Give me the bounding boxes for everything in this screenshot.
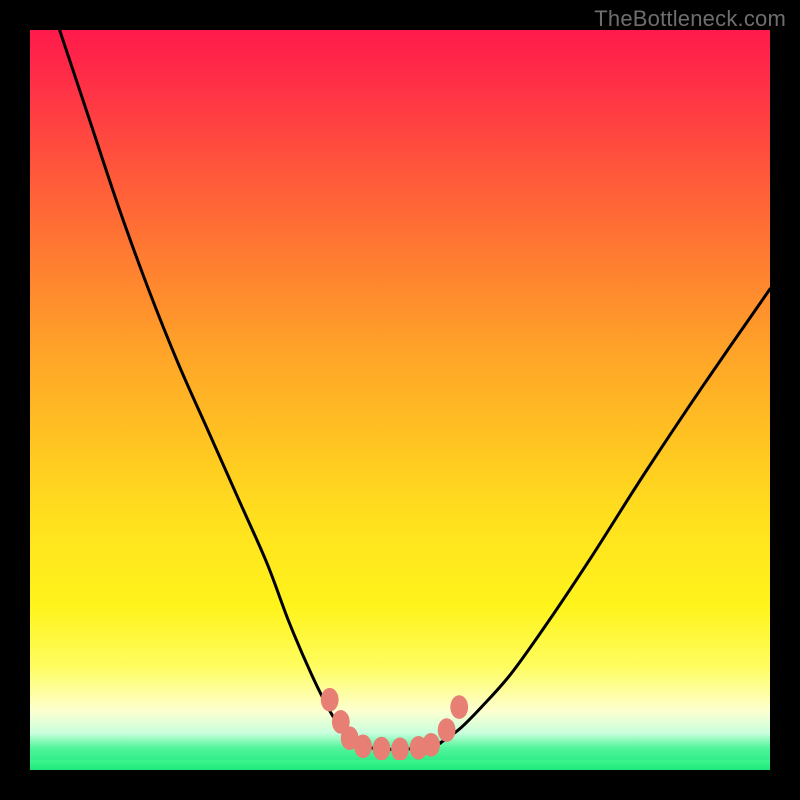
watermark-text: TheBottleneck.com: [594, 6, 786, 32]
bottom-green-band: [30, 760, 770, 770]
valley-marker: [422, 733, 440, 757]
chart-frame: TheBottleneck.com: [0, 0, 800, 800]
valley-marker: [391, 737, 409, 761]
valley-marker: [354, 734, 372, 758]
valley-marker: [450, 695, 468, 719]
bottleneck-curve: [30, 30, 770, 770]
valley-marker: [438, 718, 456, 742]
plot-area: [30, 30, 770, 770]
valley-marker: [373, 737, 391, 761]
valley-marker: [321, 688, 339, 712]
valley-markers: [321, 688, 468, 761]
curve-path: [60, 30, 770, 749]
